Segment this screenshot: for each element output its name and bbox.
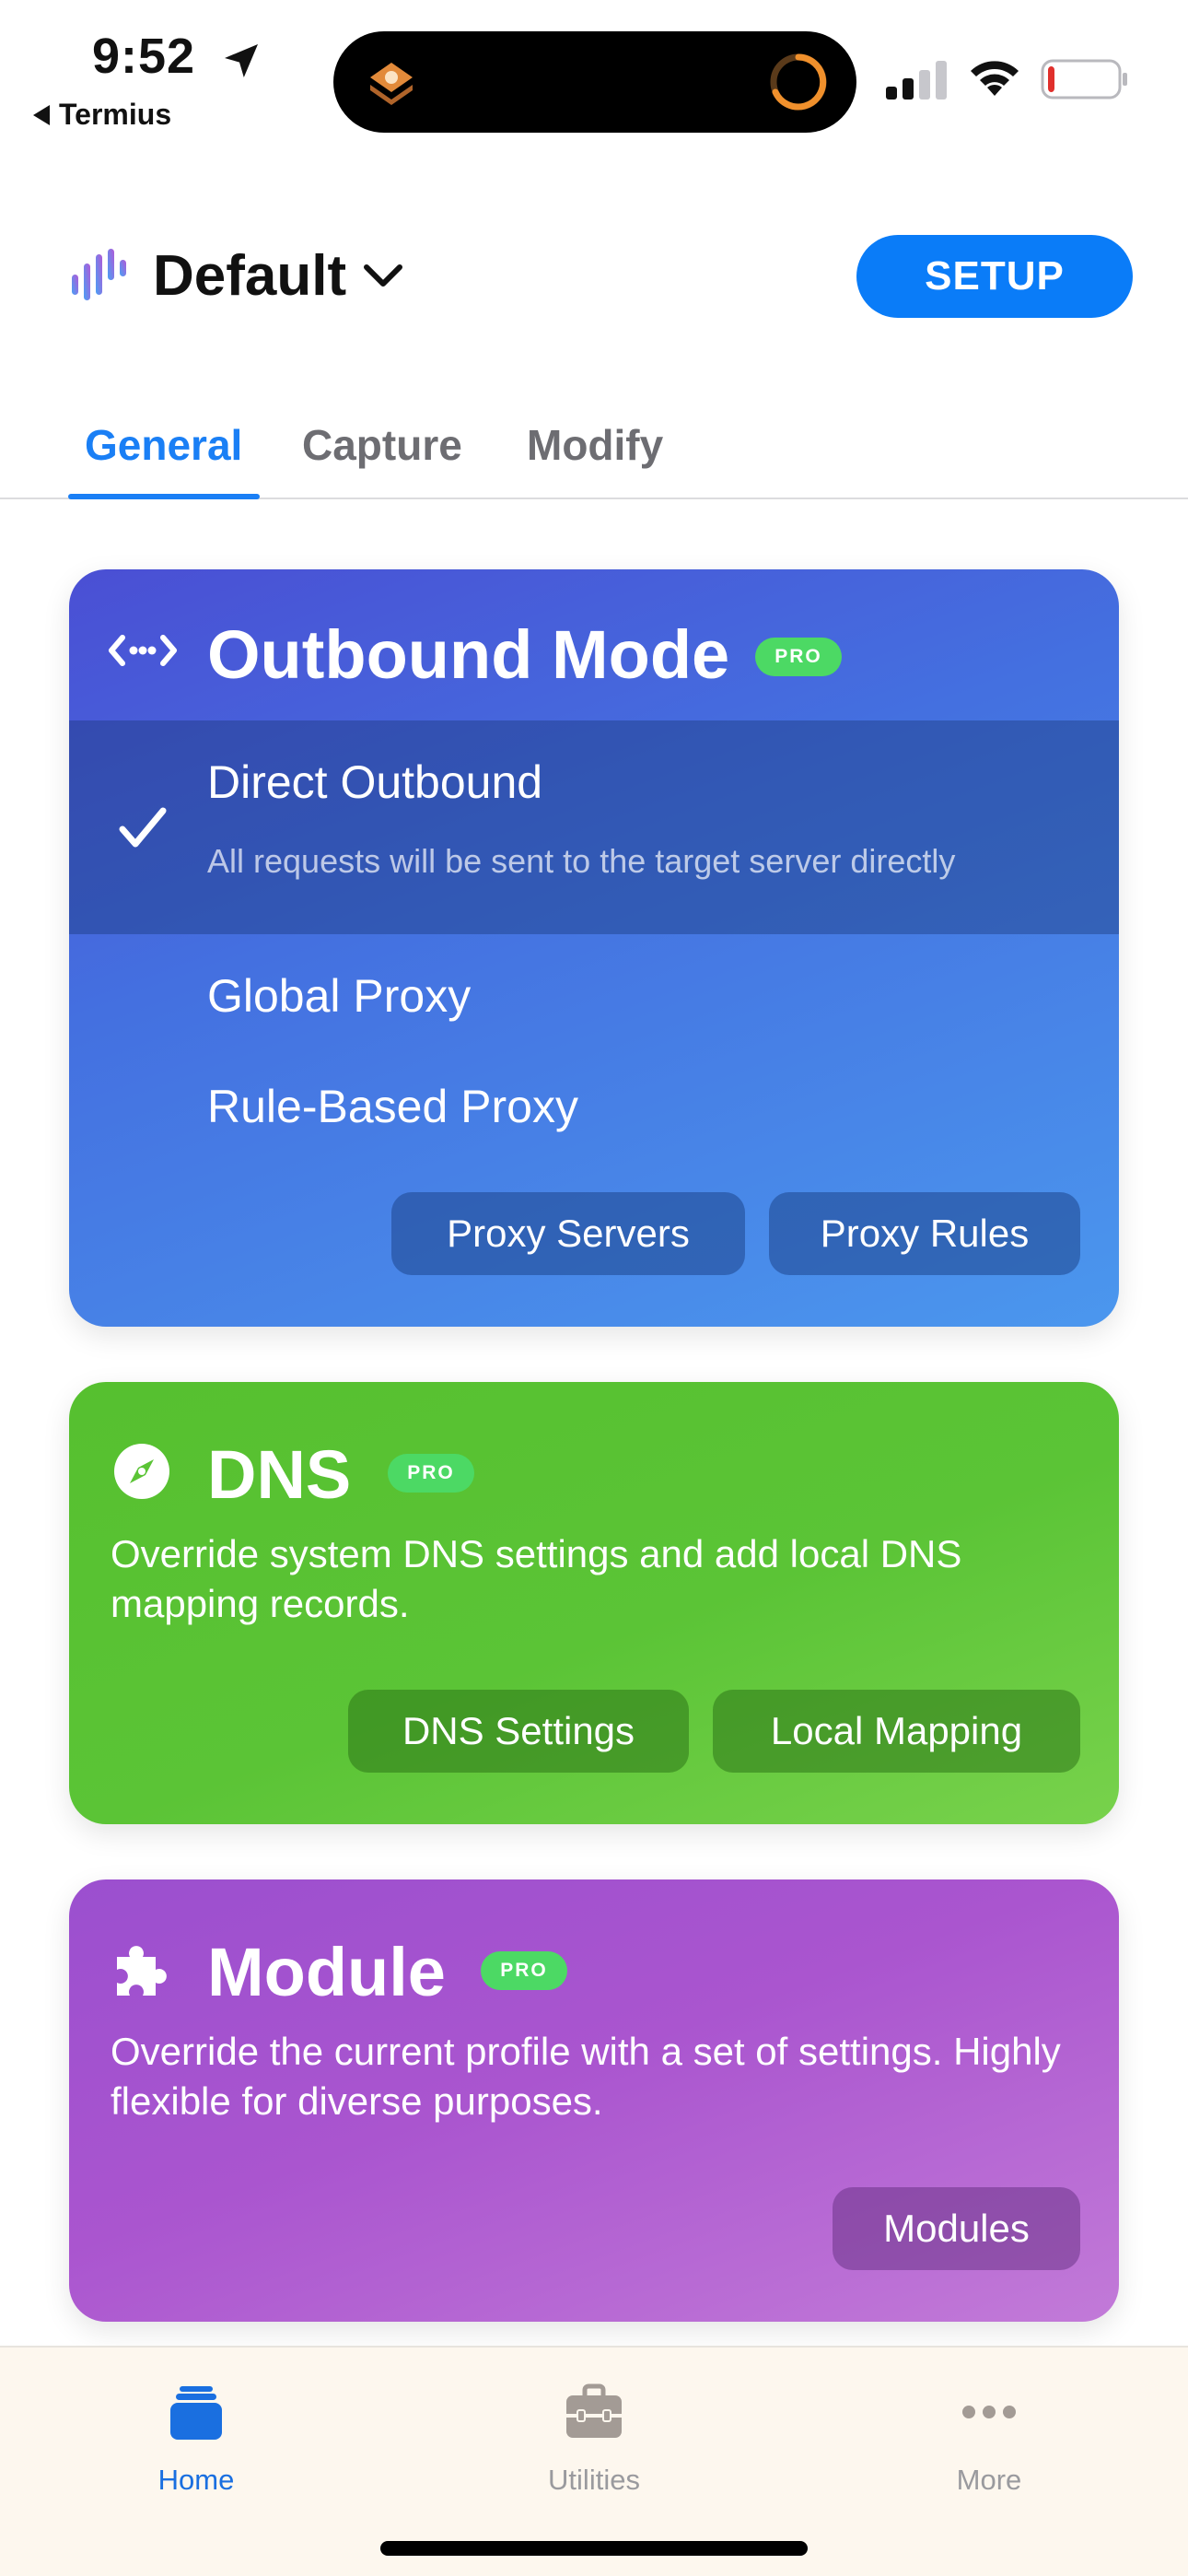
- outbound-pro-badge: PRO: [755, 638, 842, 676]
- setup-button[interactable]: SETUP: [856, 235, 1133, 318]
- app-activity-icon: [370, 63, 413, 105]
- mode-description-direct: All requests will be sent to the target …: [207, 842, 956, 880]
- profile-selector[interactable]: Default: [153, 243, 346, 309]
- chevron-down-icon[interactable]: [361, 258, 405, 295]
- mode-label-direct: Direct Outbound: [207, 756, 543, 808]
- back-to-app-link[interactable]: Termius: [33, 98, 171, 132]
- battery-level-fill: [1048, 66, 1054, 92]
- compass-icon: [114, 1444, 169, 1499]
- proxy-servers-button[interactable]: Proxy Servers: [391, 1192, 745, 1275]
- profile-bars-icon[interactable]: [70, 247, 127, 304]
- stack-icon: [170, 2386, 222, 2440]
- battery-icon: [1041, 59, 1127, 100]
- dynamic-island[interactable]: [333, 31, 856, 133]
- tabbar-utilities-label: Utilities: [548, 2464, 640, 2496]
- tabbar-more-label: More: [956, 2464, 1022, 2496]
- local-mapping-button[interactable]: Local Mapping: [713, 1690, 1080, 1773]
- back-triangle-icon: [33, 104, 50, 125]
- segment-tabs: General Capture Modify: [0, 405, 1188, 499]
- proxy-rules-button[interactable]: Proxy Rules: [769, 1192, 1080, 1275]
- dns-title: DNS: [207, 1436, 352, 1513]
- mode-option-direct[interactable]: Direct Outbound All requests will be sen…: [69, 720, 1119, 934]
- module-description: Override the current profile with a set …: [111, 2030, 1061, 2123]
- tabbar-more[interactable]: More: [888, 2366, 1090, 2504]
- status-bar: 9:52 Termius: [0, 0, 1188, 147]
- module-title: Module: [207, 1934, 446, 2010]
- dns-settings-button[interactable]: DNS Settings: [348, 1690, 689, 1773]
- cellular-signal-icon: [886, 61, 947, 100]
- back-app-label: Termius: [59, 98, 172, 131]
- module-pro-badge: PRO: [481, 1951, 567, 1990]
- mode-option-rule-based-proxy[interactable]: Rule-Based Proxy: [207, 1080, 578, 1133]
- tab-general[interactable]: General: [85, 420, 242, 470]
- tabbar-utilities[interactable]: Utilities: [493, 2366, 695, 2504]
- checkmark-icon: [119, 807, 167, 848]
- ellipsis-icon: [962, 2406, 1016, 2418]
- module-card: Module PRO Override the current profile …: [69, 1879, 1119, 2322]
- outbound-mode-title: Outbound Mode: [207, 616, 730, 693]
- progress-ring-icon: [770, 53, 827, 111]
- tab-modify[interactable]: Modify: [527, 420, 663, 470]
- dns-pro-badge: PRO: [388, 1454, 474, 1493]
- dns-description: Override system DNS settings and add loc…: [111, 1532, 962, 1625]
- tabbar-home-label: Home: [157, 2464, 235, 2496]
- mode-option-global-proxy[interactable]: Global Proxy: [207, 969, 471, 1023]
- modules-button[interactable]: Modules: [833, 2187, 1080, 2270]
- toolbox-icon: [566, 2383, 622, 2438]
- outbound-mode-card: Outbound Mode PRO Direct Outbound All re…: [69, 569, 1119, 1327]
- location-arrow-icon: [225, 44, 258, 77]
- puzzle-icon: [117, 1946, 167, 1996]
- home-indicator[interactable]: [380, 2541, 808, 2556]
- wifi-icon: [971, 61, 1019, 96]
- tabbar-home[interactable]: Home: [95, 2366, 297, 2504]
- dns-card: DNS PRO Override system DNS settings and…: [69, 1382, 1119, 1824]
- active-tab-indicator: [68, 494, 260, 499]
- profile-header: Default SETUP: [0, 230, 1188, 322]
- code-arrows-icon: [109, 635, 177, 666]
- tab-capture[interactable]: Capture: [302, 420, 462, 470]
- status-time: 9:52: [92, 29, 196, 84]
